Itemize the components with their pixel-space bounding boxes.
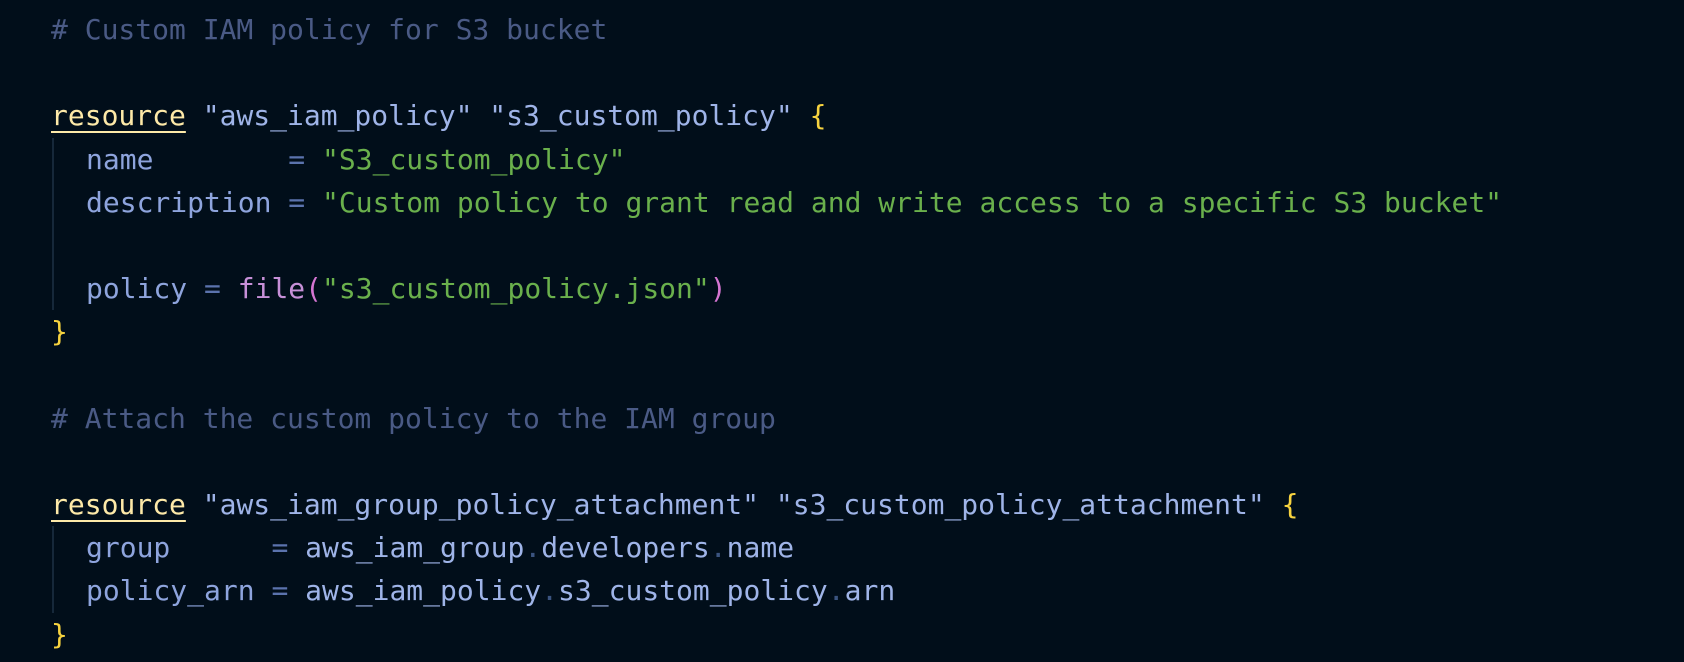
paren-open: ( <box>305 272 323 306</box>
dot-separator: . <box>827 574 845 608</box>
code-line-resource-2: resource "aws_iam_group_policy_attachmen… <box>51 483 1502 526</box>
attribute-key: description <box>86 185 272 219</box>
string-value: "Custom policy to grant read and write a… <box>322 185 1503 219</box>
code-line-resource-1: resource "aws_iam_policy" "s3_custom_pol… <box>51 94 1502 137</box>
paren-close: ) <box>709 272 727 306</box>
equals-operator: = <box>288 185 306 219</box>
code-line-policy-arn: policy_arn = aws_iam_policy.s3_custom_po… <box>51 569 1502 613</box>
indent-guide <box>51 267 86 311</box>
attribute-key: name <box>86 142 154 176</box>
reference-part: aws_iam_group <box>305 531 525 565</box>
reference-part: name <box>726 531 795 565</box>
comment: # Attach the custom policy to the IAM gr… <box>51 401 776 435</box>
reference-part: aws_iam_policy <box>305 574 542 608</box>
equals-operator: = <box>288 142 306 176</box>
close-brace: } <box>51 315 68 349</box>
indent-guide <box>51 137 86 181</box>
code-line-name: name = "S3_custom_policy" <box>51 137 1502 181</box>
attribute-key: group <box>86 531 171 565</box>
string-value: "s3_custom_policy.json" <box>322 272 710 306</box>
close-brace: } <box>51 617 68 651</box>
comment: # Custom IAM policy for S3 bucket <box>51 13 608 46</box>
indent-guide <box>51 180 86 225</box>
dot-separator: . <box>541 574 559 608</box>
resource-type: "aws_iam_policy" <box>202 99 473 133</box>
reference-part: s3_custom_policy <box>558 574 828 608</box>
open-brace: { <box>809 99 827 133</box>
code-line-policy: policy = file("s3_custom_policy.json") <box>51 267 1502 311</box>
code-line-description: description = "Custom policy to grant re… <box>51 180 1503 225</box>
equals-operator: = <box>204 272 221 306</box>
function-name: file <box>237 272 306 306</box>
string-value: "S3_custom_policy" <box>322 142 626 176</box>
indent-guide <box>51 569 86 613</box>
resource-label: "s3_custom_policy_attachment" <box>775 488 1265 522</box>
dot-separator: . <box>524 531 542 565</box>
equals-operator: = <box>271 531 289 565</box>
resource-type: "aws_iam_group_policy_attachment" <box>202 488 760 522</box>
keyword-resource: resource <box>51 488 186 522</box>
code-line-comment-2: # Attach the custom policy to the IAM gr… <box>51 397 1502 440</box>
indent-guide <box>51 223 86 268</box>
code-line-blank-indented <box>51 223 1502 268</box>
code-line-close-1: } <box>51 310 1502 353</box>
reference-part: developers <box>541 531 710 565</box>
resource-label: "s3_custom_policy" <box>489 99 793 133</box>
code-line-group: group = aws_iam_group.developers.name <box>51 526 1502 570</box>
code-line-close-2: } <box>51 613 1502 656</box>
code-line-comment-1: # Custom IAM policy for S3 bucket <box>51 8 1502 51</box>
code-block: # Custom IAM policy for S3 bucket resour… <box>51 8 1502 656</box>
keyword-resource: resource <box>51 99 186 133</box>
dot-separator: . <box>709 531 727 565</box>
equals-operator: = <box>271 574 289 608</box>
attribute-key: policy <box>86 272 188 306</box>
attribute-key: policy_arn <box>86 574 255 608</box>
reference-part: arn <box>844 574 896 608</box>
open-brace: { <box>1281 488 1299 522</box>
indent-guide <box>51 526 86 570</box>
code-editor[interactable]: # Custom IAM policy for S3 bucket resour… <box>0 0 1684 662</box>
